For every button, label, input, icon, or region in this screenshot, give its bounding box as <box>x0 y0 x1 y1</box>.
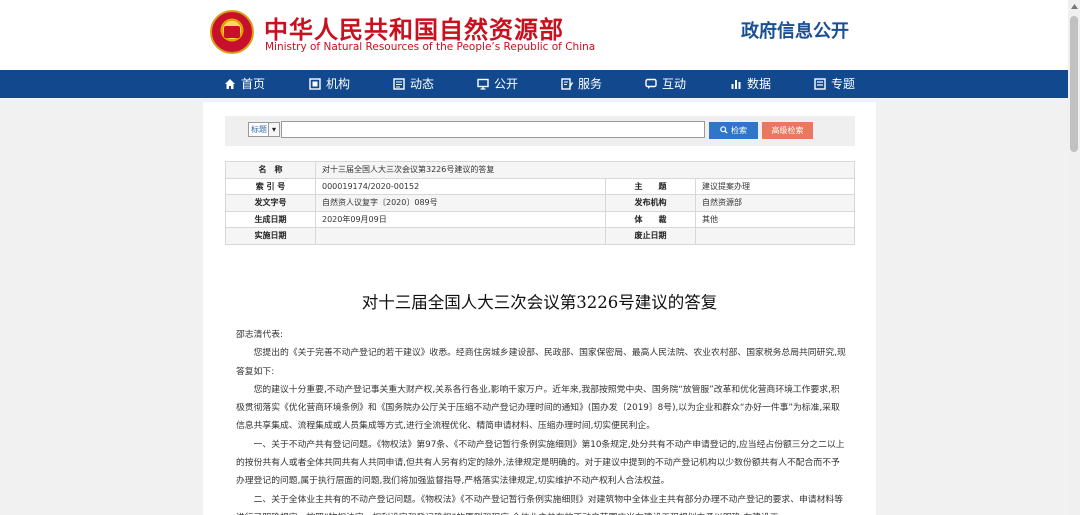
search-button-label: 检索 <box>731 126 747 135</box>
nav-item-public[interactable]: 公开 <box>477 70 518 98</box>
paragraph: 一、关于不动产共有登记问题。《物权法》第97条、《不动产登记暂行条例实施细则》第… <box>236 439 845 487</box>
meta-value: 自然资源部 <box>695 194 855 212</box>
meta-value: 建议提案办理 <box>695 177 855 195</box>
gov-info-open-link[interactable]: 政府信息公开 <box>741 17 849 43</box>
meta-value: 000019174/2020-00152 <box>315 177 606 195</box>
article-body: 邵志清代表: 您提出的《关于完善不动产登记的若干建议》收悉。经商住房城乡建设部、… <box>236 326 846 515</box>
nav-label: 动态 <box>410 77 435 91</box>
table-row: 发文字号 自然资人议复字〔2020〕089号 发布机构 自然资源部 <box>225 194 855 212</box>
paragraph: 您的建议十分重要,不动产登记事关重大财产权,关系各行各业,影响千家万户。近年来,… <box>236 384 840 432</box>
meta-key: 发布机构 <box>605 194 696 212</box>
meta-key: 发文字号 <box>225 194 316 212</box>
chat-icon <box>645 78 657 90</box>
nav-item-service[interactable]: 服务 <box>561 70 602 98</box>
search-icon <box>720 125 728 136</box>
site-title: 中华人民共和国自然资源部 <box>264 16 564 44</box>
salutation: 邵志清代表: <box>236 330 283 340</box>
main-nav: 首页 机构 动态 公开 服务 互动 数据 专题 <box>0 70 1068 98</box>
meta-value <box>315 227 606 245</box>
nav-item-topic[interactable]: 专题 <box>814 70 855 98</box>
vertical-scrollbar[interactable] <box>1068 0 1080 515</box>
meta-key: 体 裁 <box>605 210 696 228</box>
edit-icon <box>561 78 573 90</box>
paragraph: 二、关于全体业主共有的不动产登记问题。《物权法》《不动产登记暂行条例实施细则》对… <box>236 494 843 515</box>
advanced-search-button[interactable]: 高级检索 <box>762 122 813 139</box>
meta-value: 自然资人议复字〔2020〕089号 <box>315 194 606 212</box>
nav-label: 专题 <box>831 77 856 91</box>
meta-key: 废止日期 <box>605 227 696 245</box>
topic-icon <box>814 78 826 90</box>
nav-label: 数据 <box>747 77 772 91</box>
meta-key: 实施日期 <box>225 227 316 245</box>
nav-item-interaction[interactable]: 互动 <box>645 70 686 98</box>
nav-label: 服务 <box>578 77 603 91</box>
meta-key: 生成日期 <box>225 210 316 228</box>
meta-value <box>695 227 855 245</box>
search-button[interactable]: 检索 <box>709 122 758 139</box>
nav-item-news[interactable]: 动态 <box>393 70 434 98</box>
meta-value: 对十三届全国人大三次会议第3226号建议的答复 <box>315 161 855 179</box>
nav-label: 机构 <box>326 77 351 91</box>
table-row: 生成日期 2020年09月09日 体 裁 其他 <box>225 210 855 228</box>
site-subtitle: Ministry of Natural Resources of the Peo… <box>265 41 596 53</box>
nav-item-organization[interactable]: 机构 <box>309 70 350 98</box>
table-row: 名 称 对十三届全国人大三次会议第3226号建议的答复 <box>225 161 855 179</box>
bar-chart-icon <box>730 78 742 90</box>
paragraph: 您提出的《关于完善不动产登记的若干建议》收悉。经商住房城乡建设部、民政部、国家保… <box>236 348 846 377</box>
nav-item-data[interactable]: 数据 <box>730 70 771 98</box>
site-header: 中华人民共和国自然资源部 Ministry of Natural Resourc… <box>0 0 1068 70</box>
scrollbar-thumb[interactable] <box>1070 16 1078 152</box>
monitor-icon <box>477 78 489 90</box>
document-title: 对十三届全国人大三次会议第3226号建议的答复 <box>361 293 718 312</box>
nav-label: 互动 <box>662 77 687 91</box>
meta-value: 其他 <box>695 210 855 228</box>
meta-key: 索 引 号 <box>225 177 316 195</box>
table-row: 实施日期 废止日期 <box>225 227 855 245</box>
chevron-down-icon: ▾ <box>268 123 279 136</box>
national-emblem-logo <box>210 10 254 54</box>
meta-key: 名 称 <box>225 161 316 179</box>
meta-key: 主 题 <box>605 177 696 195</box>
meta-value: 2020年09月09日 <box>315 210 606 228</box>
nav-item-home[interactable]: 首页 <box>224 70 265 98</box>
nav-label: 公开 <box>494 77 519 91</box>
table-row: 索 引 号 000019174/2020-00152 主 题 建议提案办理 <box>225 177 855 195</box>
nav-label: 首页 <box>241 77 266 91</box>
home-icon <box>224 78 236 90</box>
search-field-select[interactable]: 标题 ▾ <box>248 122 280 137</box>
scroll-up-arrow-icon[interactable] <box>1068 0 1080 12</box>
document-meta-table: 名 称 对十三届全国人大三次会议第3226号建议的答复 索 引 号 000019… <box>225 161 855 245</box>
search-input[interactable] <box>281 121 705 138</box>
news-icon <box>393 78 405 90</box>
search-field-value: 标题 <box>251 125 267 134</box>
organization-icon <box>309 78 321 90</box>
